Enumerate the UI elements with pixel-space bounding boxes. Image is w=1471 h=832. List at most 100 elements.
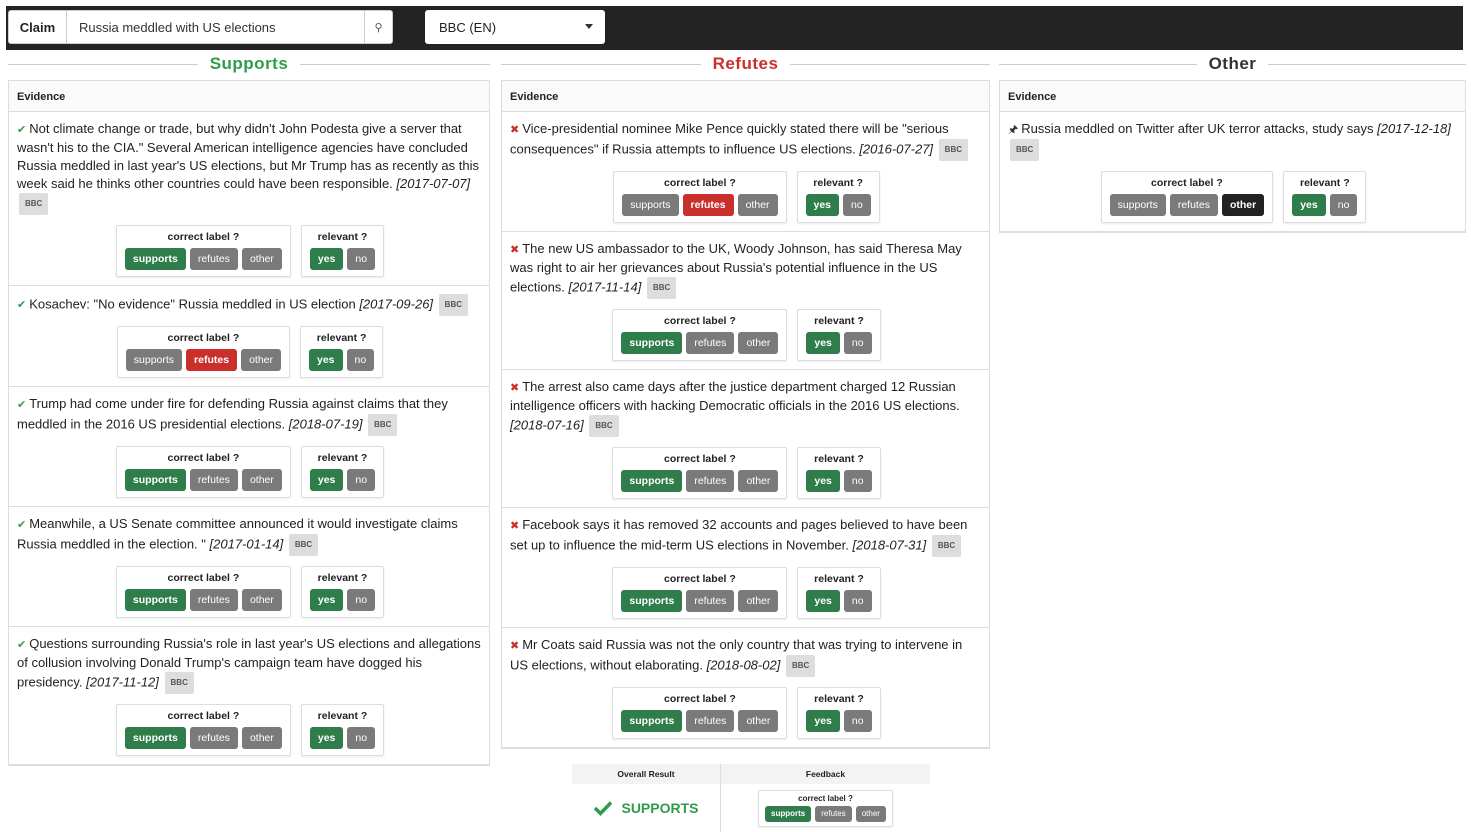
no-button[interactable]: no	[843, 590, 872, 612]
yes-button[interactable]: yes	[806, 332, 840, 354]
supports-button[interactable]: supports	[622, 194, 679, 216]
yes-button[interactable]: yes	[806, 470, 840, 492]
source-badge: BBC	[368, 414, 398, 436]
feedback-refutes-button[interactable]: refutes	[815, 805, 852, 822]
refutes-button[interactable]: refutes	[186, 349, 238, 371]
evidence-item: ✔ Kosachev: "No evidence" Russia meddled …	[9, 286, 489, 387]
no-button[interactable]: no	[347, 589, 376, 611]
evidence-item: ✖ The arrest also came days after the jus…	[502, 370, 989, 508]
relevant-title: relevant ?	[317, 710, 368, 722]
other-button[interactable]: other	[738, 710, 779, 732]
cross-icon: ✖	[510, 382, 520, 394]
relevant-title: relevant ?	[316, 332, 367, 344]
supports-button[interactable]: supports	[621, 332, 683, 354]
evidence-item: ✔ Not climate change or trade, but why di…	[9, 112, 489, 286]
check-icon: ✔	[17, 299, 27, 312]
yes-button[interactable]: yes	[806, 590, 840, 612]
no-button[interactable]: no	[1329, 194, 1358, 216]
yes-button[interactable]: yes	[805, 194, 840, 216]
other-button[interactable]: other	[241, 248, 282, 270]
yes-button[interactable]: yes	[309, 727, 344, 749]
source-badge: BBC	[164, 672, 194, 694]
refutes-button[interactable]: refutes	[189, 248, 238, 270]
relevant-box: relevant ? yes no	[797, 567, 881, 619]
claim-input[interactable]: Russia meddled with US elections	[67, 11, 364, 43]
supports-button[interactable]: supports	[124, 248, 186, 270]
supports-button[interactable]: supports	[124, 469, 186, 491]
correct-label-box: correct label ? supports refutes other	[1100, 171, 1274, 223]
other-button[interactable]: other	[738, 590, 779, 612]
verdict-label: SUPPORTS	[621, 800, 699, 816]
cross-icon: ✖	[510, 124, 520, 136]
other-button[interactable]: other	[738, 332, 779, 354]
refutes-button[interactable]: refutes	[686, 332, 735, 354]
no-button[interactable]: no	[347, 727, 376, 749]
feedback-supports-button[interactable]: supports	[765, 805, 812, 822]
feedback-other-button[interactable]: other	[855, 805, 886, 822]
yes-button[interactable]: yes	[309, 248, 344, 270]
supports-button[interactable]: supports	[1109, 194, 1166, 216]
yes-button[interactable]: yes	[309, 589, 344, 611]
refutes-button[interactable]: refutes	[686, 470, 735, 492]
correct-label-title: correct label ?	[664, 693, 736, 705]
other-button[interactable]: other	[1221, 194, 1265, 216]
other-button[interactable]: other	[241, 589, 282, 611]
evidence-item: 🖈 Russia meddled on Twitter after UK terr…	[1000, 112, 1465, 232]
relevant-box: relevant ? yes no	[300, 704, 385, 756]
no-button[interactable]: no	[843, 470, 872, 492]
no-button[interactable]: no	[843, 332, 872, 354]
supports-button[interactable]: supports	[621, 470, 683, 492]
yes-button[interactable]: yes	[806, 710, 840, 732]
evidence-item: ✔ Trump had come under fire for defending…	[9, 387, 489, 507]
source-badge: BBC	[785, 655, 816, 677]
verdict: SUPPORTS	[572, 784, 720, 832]
yes-button[interactable]: yes	[1292, 194, 1326, 216]
pin-icon: 🖈	[1008, 124, 1019, 136]
relevant-box: relevant ? yes no	[797, 309, 881, 361]
other-button[interactable]: other	[738, 470, 779, 492]
evidence-date: [2017-07-07]	[396, 176, 471, 191]
correct-label-title: correct label ?	[664, 573, 736, 585]
search-icon[interactable]: ⚲	[364, 11, 392, 43]
refutes-button[interactable]: refutes	[1169, 194, 1218, 216]
evidence-date: [2018-08-02]	[706, 657, 781, 673]
source-badge: BBC	[646, 277, 677, 299]
no-button[interactable]: no	[843, 710, 872, 732]
other-button[interactable]: other	[241, 727, 282, 749]
other-button[interactable]: other	[737, 194, 778, 216]
cross-icon: ✖	[510, 640, 520, 652]
refutes-button[interactable]: refutes	[682, 194, 734, 216]
evidence-header: Evidence	[1000, 80, 1465, 112]
other-button[interactable]: other	[241, 469, 282, 491]
no-button[interactable]: no	[347, 248, 376, 270]
evidence-panel: Evidence ✔ Not climate change or trade, bu…	[8, 80, 490, 766]
supports-button[interactable]: supports	[124, 727, 186, 749]
yes-button[interactable]: yes	[309, 349, 343, 371]
feedback-label-box: correct label ? supports refutes other	[758, 789, 893, 827]
overall-result-header: Overall Result	[617, 769, 675, 779]
supports-button[interactable]: supports	[621, 710, 683, 732]
yes-button[interactable]: yes	[309, 469, 344, 491]
evidence-date: [2018-07-16]	[510, 417, 584, 433]
supports-button[interactable]: supports	[621, 590, 683, 612]
supports-button[interactable]: supports	[125, 349, 183, 371]
no-button[interactable]: no	[843, 194, 871, 216]
refutes-button[interactable]: refutes	[686, 590, 735, 612]
no-button[interactable]: no	[347, 469, 376, 491]
source-select[interactable]: BBC (EN)	[425, 10, 605, 44]
refutes-button[interactable]: refutes	[189, 469, 238, 491]
relevant-box: relevant ? yes no	[1283, 171, 1367, 223]
evidence-text: The arrest also came days after the just…	[510, 379, 960, 413]
column-supports: Supports Evidence ✔ Not climate change or t…	[8, 50, 490, 766]
column-other: Other Evidence 🖈 Russia meddled on Twitter …	[999, 50, 1466, 233]
refutes-button[interactable]: refutes	[189, 589, 238, 611]
relevant-title: relevant ?	[814, 693, 864, 705]
no-button[interactable]: no	[346, 349, 375, 371]
cross-icon: ✖	[510, 244, 520, 256]
refutes-button[interactable]: refutes	[189, 727, 238, 749]
refutes-button[interactable]: refutes	[686, 710, 735, 732]
evidence-date: [2017-12-18]	[1377, 121, 1451, 136]
other-button[interactable]: other	[241, 349, 281, 371]
supports-button[interactable]: supports	[124, 589, 186, 611]
correct-label-title: correct label ?	[167, 572, 240, 584]
